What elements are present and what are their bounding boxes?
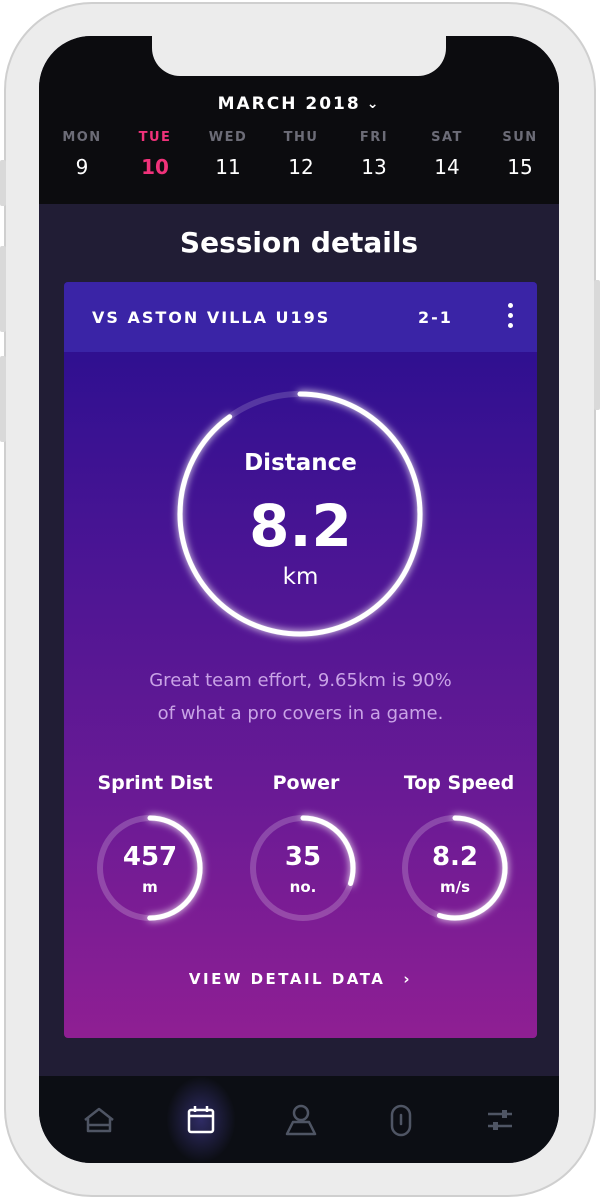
session-card-header: VS ASTON VILLA U19S 2-1: [64, 282, 537, 352]
power-button: [594, 280, 600, 410]
stat-value: 8.2: [431, 842, 479, 872]
stat-sprint-ring: 457 m: [94, 812, 206, 924]
bottom-tab-bar: [39, 1076, 559, 1163]
session-card: VS ASTON VILLA U19S 2-1 Distance 8.2 km …: [64, 282, 537, 1038]
day-tue[interactable]: TUE 10: [125, 130, 185, 179]
day-thu[interactable]: THU 12: [271, 130, 331, 179]
stat-unit: m/s: [439, 878, 471, 896]
chevron-down-icon: ⌄: [366, 96, 381, 112]
summary-line-2: of what a pro covers in a game.: [157, 703, 444, 724]
home-icon: [84, 1107, 114, 1133]
view-detail-data-link[interactable]: VIEW DETAIL DATA ›: [64, 970, 537, 988]
tab-settings[interactable]: [478, 1098, 522, 1142]
app-screen: MARCH 2018 ⌄ MON 9 TUE 10 WED 11 THU 12 F…: [39, 36, 559, 1163]
calendar-icon: [187, 1106, 215, 1134]
summary-text: Great team effort, 9.65km is 90% of what…: [104, 664, 497, 730]
day-mon[interactable]: MON 9: [52, 130, 112, 179]
week-strip: MON 9 TUE 10 WED 11 THU 12 FRI 13 SAT 14: [39, 130, 559, 190]
day-name: THU: [283, 130, 319, 145]
day-date: 12: [288, 155, 314, 179]
day-name: FRI: [359, 130, 389, 145]
device-icon: [390, 1104, 412, 1137]
day-name: SUN: [502, 130, 538, 145]
day-date: 11: [215, 155, 241, 179]
distance-unit: km: [282, 564, 319, 590]
stat-label: Power: [272, 772, 340, 794]
stat-value: 457: [122, 842, 178, 872]
volume-up-button: [0, 246, 6, 332]
view-detail-label: VIEW DETAIL DATA: [188, 970, 386, 988]
month-selector[interactable]: MARCH 2018 ⌄: [39, 94, 559, 114]
day-sun[interactable]: SUN 15: [490, 130, 550, 179]
distance-label: Distance: [244, 450, 357, 476]
tab-device[interactable]: [379, 1098, 423, 1142]
day-sat[interactable]: SAT 14: [417, 130, 477, 179]
profile-icon: [285, 1104, 317, 1136]
stat-unit: m: [142, 878, 158, 896]
day-date: 13: [361, 155, 387, 179]
chevron-right-icon: ›: [403, 970, 413, 988]
stat-topspeed-ring: 8.2 m/s: [399, 812, 511, 924]
stat-topspeed-label: Top Speed: [379, 772, 537, 794]
stat-value: 35: [284, 842, 322, 872]
day-date: 14: [434, 155, 460, 179]
month-label: MARCH 2018: [217, 94, 361, 114]
tab-profile[interactable]: [279, 1098, 323, 1142]
mute-switch: [0, 160, 6, 206]
stat-power-label: Power: [226, 772, 386, 794]
match-score: 2-1: [418, 308, 453, 327]
day-name: TUE: [138, 130, 172, 145]
summary-line-1: Great team effort, 9.65km is 90%: [149, 670, 452, 691]
day-name: SAT: [431, 130, 463, 145]
opponent-label: VS ASTON VILLA U19S: [92, 308, 331, 327]
stat-label: Sprint Dist: [97, 772, 213, 794]
day-name: MON: [62, 130, 102, 145]
stat-sprint-label: Sprint Dist: [75, 772, 235, 794]
day-wed[interactable]: WED 11: [198, 130, 258, 179]
day-fri[interactable]: FRI 13: [344, 130, 404, 179]
stat-unit: no.: [289, 878, 317, 896]
device-notch: [152, 36, 446, 76]
distance-value: 8.2: [249, 492, 352, 560]
day-name: WED: [208, 130, 248, 145]
stat-power-ring: 35 no.: [247, 812, 359, 924]
day-date: 9: [75, 155, 89, 179]
day-date: 15: [507, 155, 533, 179]
settings-icon: [488, 1110, 512, 1130]
tab-calendar[interactable]: [179, 1098, 223, 1142]
stat-label: Top Speed: [403, 772, 515, 794]
more-options-icon[interactable]: [500, 303, 520, 333]
tab-home[interactable]: [77, 1098, 121, 1142]
volume-down-button: [0, 356, 6, 442]
page-title: Session details: [179, 226, 419, 259]
day-date: 10: [141, 155, 169, 179]
